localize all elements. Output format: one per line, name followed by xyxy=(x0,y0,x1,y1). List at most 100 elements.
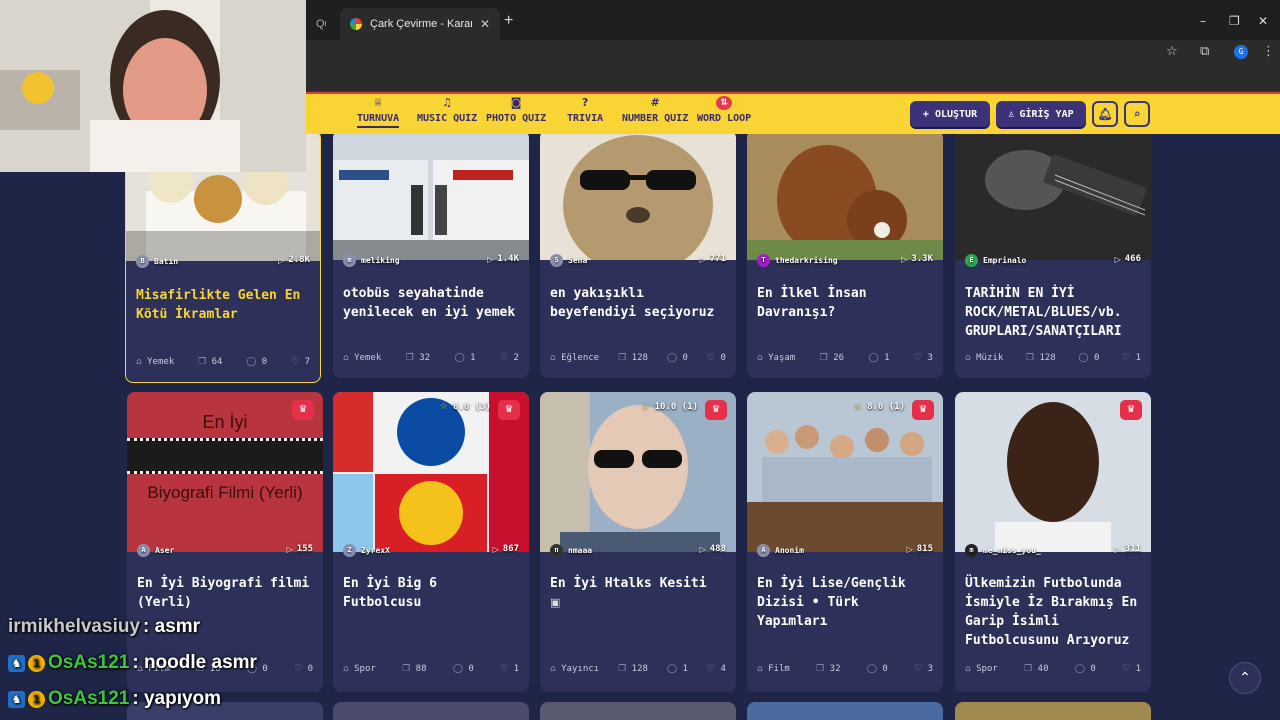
card-author[interactable]: B Batın xyxy=(136,255,178,268)
comment-count: 0 xyxy=(682,353,688,363)
card-author[interactable]: E Emprinalo xyxy=(965,254,1026,267)
card-author[interactable]: n nmaaa xyxy=(550,544,592,557)
tournament-card[interactable]: ☆ 8.0 (1) ♛ A Anonim ▷ 815 En İyi Lise/G… xyxy=(747,392,943,692)
play-count: ▷ 1.4K xyxy=(487,254,519,264)
card-title[interactable]: En İyi Htalks Kesiti ▣ xyxy=(550,574,728,612)
category[interactable]: Spor xyxy=(354,664,376,674)
chat-message: irmikhelvasiuy : asmr xyxy=(8,616,200,638)
category[interactable]: Spor xyxy=(976,664,998,674)
card-thumbnail xyxy=(955,134,1151,260)
comment-icon: ◯ xyxy=(868,353,879,363)
play-count: ▷ 2.8K xyxy=(278,255,310,265)
category[interactable]: Yemek xyxy=(147,357,174,367)
chat-text: : noodle asmr xyxy=(132,652,257,673)
category[interactable]: Müzik xyxy=(976,353,1003,363)
category[interactable]: Film xyxy=(768,664,790,674)
close-window-icon[interactable]: ✕ xyxy=(1258,14,1268,28)
category[interactable]: Yaşam xyxy=(768,353,795,363)
card-thumbnail xyxy=(333,134,529,260)
card-title[interactable]: En İyi Biyografi filmi (Yerli) xyxy=(137,574,315,612)
crown-icon: ♛ xyxy=(292,400,314,420)
card-author[interactable]: T thedarkrising xyxy=(757,254,838,267)
browser-tab-inactive[interactable]: Qu xyxy=(306,8,336,40)
nav-number-quiz[interactable]: # NUMBER QUIZ xyxy=(622,96,688,124)
tournament-card[interactable]: ☆ 10.0 (1) ♛ n nmaaa ▷ 488 En İyi Htalks… xyxy=(540,392,736,692)
heart-icon[interactable]: ♡ xyxy=(914,353,922,363)
card-title[interactable]: Ülkemizin Futbolunda İsmiyle İz Bırakmış… xyxy=(965,574,1143,650)
tournament-card[interactable] xyxy=(333,702,529,720)
author-name: Emprinalo xyxy=(983,256,1027,265)
menu-kebab-icon[interactable]: ⋮ xyxy=(1262,44,1275,59)
tournament-card[interactable] xyxy=(540,702,736,720)
close-tab-icon[interactable]: ✕ xyxy=(480,17,490,31)
profile-avatar[interactable]: G xyxy=(1234,45,1248,59)
like-count: 0 xyxy=(720,353,726,363)
card-author[interactable]: S Sena xyxy=(550,254,587,267)
play-icon: ▷ xyxy=(278,255,285,265)
item-count: 88 xyxy=(415,664,427,674)
nav-music-quiz[interactable]: ♫ MUSIC QUIZ xyxy=(417,96,477,124)
comment-count: 1 xyxy=(884,353,890,363)
card-title[interactable]: TARİHİN EN İYİ ROCK/METAL/BLUES/vb. GRUP… xyxy=(965,284,1143,341)
nav-trivia[interactable]: ? TRIVIA xyxy=(567,96,603,124)
new-tab-button[interactable]: + xyxy=(504,12,513,30)
nav-word-loop[interactable]: ⇅ WORD LOOP xyxy=(697,96,751,124)
comment-icon: ◯ xyxy=(1078,353,1089,363)
heart-icon[interactable]: ♡ xyxy=(1122,664,1130,674)
card-title[interactable]: En İyi Lise/Gençlik Dizisi • Türk Yapıml… xyxy=(757,574,935,631)
like-count: 1 xyxy=(513,664,519,674)
tag-icon: ⌂ xyxy=(550,664,556,674)
tournament-card[interactable]: ☆ 8.0 (3) ♛ Z ZyrexX ▷ 867 En İyi Big 6 … xyxy=(333,392,529,692)
tournament-card[interactable] xyxy=(955,702,1151,720)
tournament-card[interactable]: T thedarkrising ▷ 3.3K En İlkel İnsan Da… xyxy=(747,134,943,378)
card-author[interactable]: m meliking xyxy=(343,254,400,267)
extensions-icon[interactable]: ⧉ xyxy=(1200,44,1209,59)
login-button[interactable]: ♙ GİRİŞ YAP xyxy=(996,101,1086,127)
browser-tab-active[interactable]: Çark Çevirme - Karar Çarkı! ✕ xyxy=(340,8,500,40)
card-title[interactable]: otobüs seyahatinde yenilecek en iyi yeme… xyxy=(343,284,521,322)
card-title[interactable]: En İlkel İnsan Davranışı? xyxy=(757,284,935,322)
author-name: Sena xyxy=(568,256,588,265)
nav-turnuva[interactable]: ♕ TURNUVA xyxy=(357,96,400,128)
scroll-to-top-button[interactable]: ⌃ xyxy=(1229,662,1261,694)
heart-icon[interactable]: ♡ xyxy=(294,664,302,674)
heart-icon[interactable]: ♡ xyxy=(500,353,508,363)
card-author[interactable]: Z ZyrexX xyxy=(343,544,390,557)
card-title[interactable]: en yakışıklı beyefendiyi seçiyoruz xyxy=(550,284,728,322)
card-author[interactable]: A Aser xyxy=(137,544,174,557)
bookmark-star-icon[interactable]: ☆ xyxy=(1166,44,1178,59)
tournament-card[interactable]: ♛ m me_miss_you_ ▷ 311 Ülkemizin Futbolu… xyxy=(955,392,1151,692)
maximize-icon[interactable]: ❐ xyxy=(1229,14,1240,28)
search-button[interactable]: ⌕ xyxy=(1124,101,1150,127)
heart-icon[interactable]: ♡ xyxy=(914,664,922,674)
card-title[interactable]: En İyi Big 6 Futbolcusu xyxy=(343,574,521,612)
heart-icon[interactable]: ♡ xyxy=(707,353,715,363)
tournament-card[interactable]: S Sena ▷ 771 en yakışıklı beyefendiyi se… xyxy=(540,134,736,378)
minimize-icon[interactable]: – xyxy=(1200,14,1206,28)
items-icon: ❐ xyxy=(198,357,207,367)
card-author[interactable]: A Anonim xyxy=(757,544,804,557)
heart-icon[interactable]: ♡ xyxy=(500,664,508,674)
heart-icon[interactable]: ♡ xyxy=(291,357,299,367)
heart-icon[interactable]: ♡ xyxy=(707,664,715,674)
notifications-button[interactable]: 🔔︎ xyxy=(1092,101,1118,127)
item-count: 128 xyxy=(631,353,648,363)
category[interactable]: Yemek xyxy=(354,353,381,363)
card-author[interactable]: m me_miss_you_ xyxy=(965,544,1041,557)
card-title-text: En İyi Htalks Kesiti xyxy=(550,576,707,591)
author-name: Batın xyxy=(154,257,179,266)
category[interactable]: Eğlence xyxy=(561,353,599,363)
card-title[interactable]: Misafirlikte Gelen En Kötü İkramlar xyxy=(136,286,312,324)
tournament-card[interactable]: m meliking ▷ 1.4K otobüs seyahatinde yen… xyxy=(333,134,529,378)
nav-photo-quiz[interactable]: ◙ PHOTO QUIZ xyxy=(486,96,546,124)
heart-icon[interactable]: ♡ xyxy=(1122,353,1130,363)
category[interactable]: Yayıncı xyxy=(561,664,599,674)
comment-count: 0 xyxy=(262,664,268,674)
tournament-card[interactable]: En İyi Biyografi Filmi (Yerli) ♛ A Aser … xyxy=(127,392,323,692)
tournament-card[interactable]: E Emprinalo ▷ 466 TARİHİN EN İYİ ROCK/ME… xyxy=(955,134,1151,378)
play-count: ▷ 771 xyxy=(700,254,726,264)
create-button[interactable]: + OLUŞTUR xyxy=(910,101,990,127)
items-icon: ❐ xyxy=(1025,353,1035,363)
card-thumbnail xyxy=(747,134,943,260)
tournament-card[interactable] xyxy=(747,702,943,720)
